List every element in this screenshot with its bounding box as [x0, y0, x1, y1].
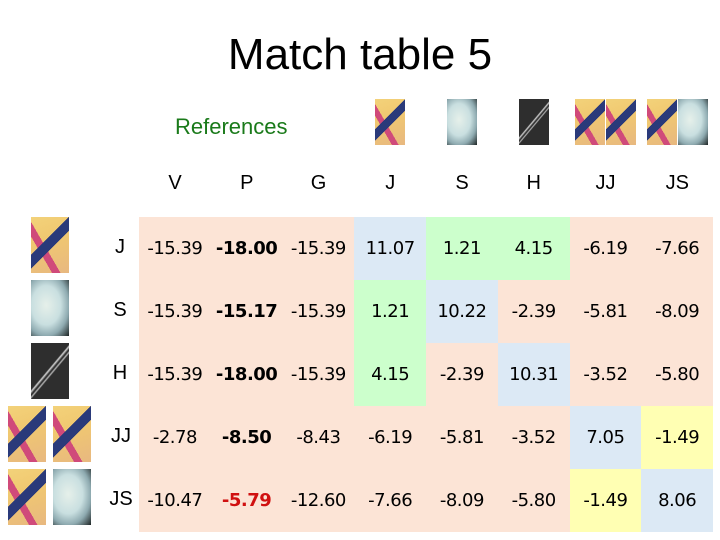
table-cell-js-js: 8.06 [641, 469, 713, 532]
column-image-thumbnail-jj [605, 99, 636, 145]
table-cell-jj-v: -2.78 [139, 406, 211, 469]
row-image-thumbnail-h [31, 342, 69, 399]
table-cell-jj-jj: 7.05 [569, 406, 642, 469]
column-header-p: P [240, 172, 254, 194]
table-cell-s-s: 10.22 [426, 280, 498, 343]
table-cell-jj-js: -1.49 [641, 406, 713, 469]
row-image-thumbnail-js [8, 468, 46, 525]
row-header-h: H [112, 361, 128, 384]
table-cell-jj-j: -6.19 [354, 406, 426, 469]
table-cell-j-g: -15.39 [282, 217, 355, 280]
table-cell-h-h: 10.31 [497, 343, 570, 406]
column-header-v: V [168, 172, 182, 194]
row-header-s: S [113, 298, 127, 321]
table-cell-s-h: -2.39 [497, 280, 570, 343]
column-image-thumbnail-s [446, 99, 477, 145]
table-cell-j-v: -15.39 [139, 217, 211, 280]
row-header-j: J [115, 235, 125, 258]
table-cell-jj-h: -3.52 [497, 406, 570, 469]
column-header-j: J [385, 172, 396, 194]
table-cell-s-g: -15.39 [282, 280, 355, 343]
table-cell-js-p: -5.79 [210, 469, 283, 532]
column-image-thumbnail-h [518, 99, 549, 145]
column-image-thumbnail-js [677, 99, 708, 145]
table-cell-h-v: -15.39 [139, 343, 211, 406]
table-cell-h-g: -15.39 [282, 343, 355, 406]
table-cell-js-j: -7.66 [354, 469, 426, 532]
table-cell-h-jj: -3.52 [569, 343, 642, 406]
table-cell-h-j: 4.15 [354, 343, 426, 406]
match-table: -15.39 -18.00 -15.39 11.07 1.21 4.15 -6.19 -7.6… [139, 217, 713, 532]
row-header-js: JS [109, 487, 133, 510]
table-cell-s-v: -15.39 [139, 280, 211, 343]
references-label: References [175, 114, 288, 139]
table-cell-s-jj: -5.81 [569, 280, 642, 343]
column-header-s: S [455, 172, 469, 194]
table-cell-h-js: -5.80 [641, 343, 713, 406]
column-image-thumbnail-j [375, 99, 406, 145]
table-cell-h-p: -18.00 [210, 343, 283, 406]
table-cell-s-p: -15.17 [210, 280, 283, 343]
table-cell-jj-p: -8.50 [210, 406, 283, 469]
table-cell-j-jj: -6.19 [569, 217, 642, 280]
column-image-thumbnail-js [646, 99, 677, 145]
table-cell-js-s: -8.09 [426, 469, 498, 532]
table-cell-s-j: 1.21 [354, 280, 426, 343]
column-header-js: JS [665, 172, 689, 194]
row-image-thumbnail-jj [53, 405, 91, 462]
row-image-thumbnail-jj [8, 405, 46, 462]
column-image-thumbnail-jj [574, 99, 605, 145]
table-cell-j-p: -18.00 [210, 217, 283, 280]
column-header-jj: JJ [595, 172, 616, 194]
table-cell-j-j: 11.07 [354, 217, 426, 280]
table-cell-h-s: -2.39 [426, 343, 498, 406]
table-cell-js-g: -12.60 [282, 469, 355, 532]
table-cell-jj-s: -5.81 [426, 406, 498, 469]
table-cell-js-jj: -1.49 [569, 469, 642, 532]
row-image-thumbnail-s [31, 279, 69, 336]
table-cell-jj-g: -8.43 [282, 406, 355, 469]
table-cell-js-v: -10.47 [139, 469, 211, 532]
table-cell-j-s: 1.21 [426, 217, 498, 280]
table-cell-js-h: -5.80 [497, 469, 570, 532]
table-cell-s-js: -8.09 [641, 280, 713, 343]
row-image-thumbnail-j [31, 216, 69, 273]
table-cell-j-js: -7.66 [641, 217, 713, 280]
row-image-thumbnail-js [53, 468, 91, 525]
column-header-g: G [310, 172, 327, 194]
row-header-jj: JJ [111, 424, 131, 447]
page-title: Match table 5 [227, 30, 493, 79]
column-header-h: H [526, 172, 541, 194]
table-cell-j-h: 4.15 [497, 217, 570, 280]
